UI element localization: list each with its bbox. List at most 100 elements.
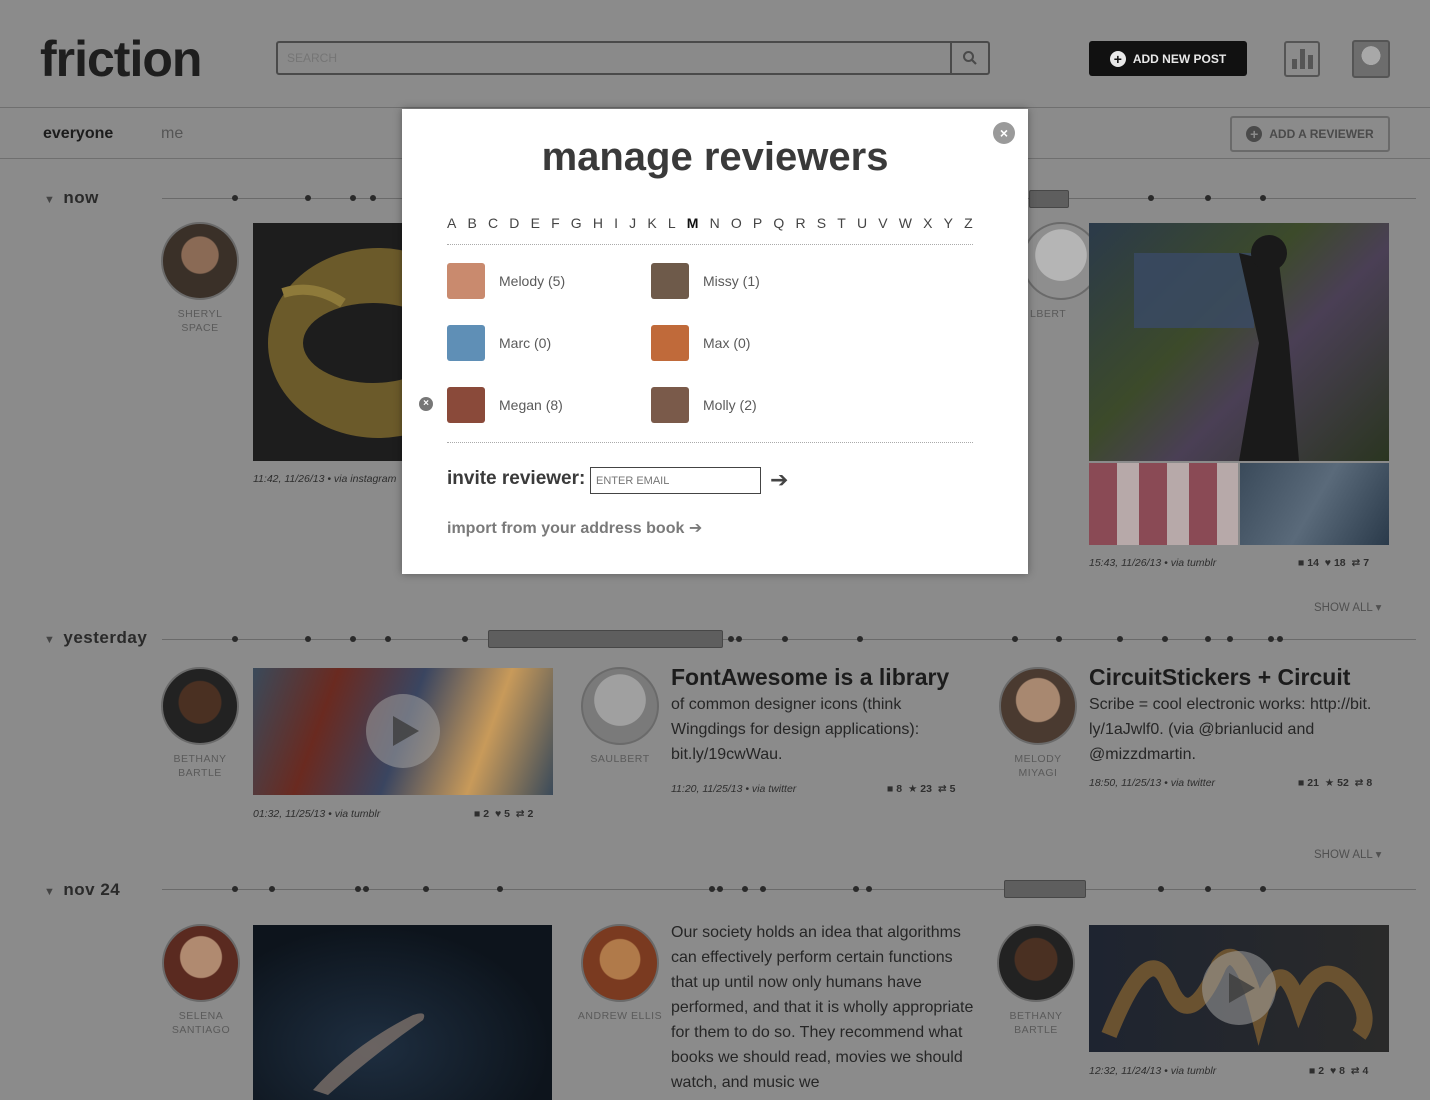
- alphabet-letter-m[interactable]: M: [687, 215, 699, 244]
- timeline-dot[interactable]: [866, 886, 872, 892]
- play-icon[interactable]: [366, 694, 440, 768]
- star-icon[interactable]: ★: [1325, 777, 1334, 789]
- avatar[interactable]: [581, 667, 659, 745]
- heart-icon[interactable]: ♥: [495, 808, 501, 820]
- timeline-dot[interactable]: [497, 886, 503, 892]
- reviewer-item[interactable]: Melody (5): [447, 263, 565, 299]
- alphabet-letter-q[interactable]: Q: [773, 215, 784, 244]
- tab-everyone[interactable]: everyone: [43, 125, 113, 143]
- timeline-dot[interactable]: [423, 886, 429, 892]
- post-video[interactable]: [1089, 925, 1389, 1052]
- add-reviewer-button[interactable]: + ADD A REVIEWER: [1230, 116, 1390, 152]
- timeline-dot[interactable]: [709, 886, 715, 892]
- timeline-dot[interactable]: [1158, 886, 1164, 892]
- post-image[interactable]: [1089, 223, 1389, 461]
- show-all-link[interactable]: SHOW ALL ▾: [1314, 600, 1381, 614]
- post-thumbnail[interactable]: [1240, 463, 1389, 545]
- repost-icon[interactable]: ⇄: [1351, 1065, 1360, 1077]
- section-toggle-nov24[interactable]: ▼ nov 24: [44, 880, 120, 900]
- alphabet-letter-b[interactable]: B: [468, 215, 477, 244]
- timeline-selection[interactable]: [1004, 880, 1086, 898]
- alphabet-letter-s[interactable]: S: [817, 215, 826, 244]
- timeline-dot[interactable]: [1260, 195, 1266, 201]
- comment-icon[interactable]: ■: [474, 808, 480, 820]
- alphabet-letter-u[interactable]: U: [857, 215, 867, 244]
- author-name[interactable]: ANDREW ELLIS: [570, 1009, 670, 1023]
- author-name[interactable]: SELENA SANTIAGO: [151, 1009, 251, 1037]
- author-name[interactable]: BETHANY BARTLE: [150, 752, 250, 780]
- timeline-dot[interactable]: [1205, 886, 1211, 892]
- repost-icon[interactable]: ⇄: [516, 808, 525, 820]
- alphabet-letter-y[interactable]: Y: [944, 215, 953, 244]
- alphabet-letter-l[interactable]: L: [668, 215, 676, 244]
- alphabet-letter-c[interactable]: C: [488, 215, 498, 244]
- alphabet-letter-i[interactable]: I: [614, 215, 618, 244]
- timeline-dot[interactable]: [1277, 636, 1283, 642]
- invite-email-input[interactable]: [590, 467, 761, 494]
- timeline-dot[interactable]: [355, 886, 361, 892]
- comment-icon[interactable]: ■: [887, 783, 893, 795]
- alphabet-letter-f[interactable]: F: [551, 215, 560, 244]
- timeline-dot[interactable]: [1227, 636, 1233, 642]
- timeline-dot[interactable]: [370, 195, 376, 201]
- repost-icon[interactable]: ⇄: [1355, 777, 1364, 789]
- timeline-dot[interactable]: [350, 195, 356, 201]
- alphabet-letter-v[interactable]: V: [878, 215, 887, 244]
- repost-icon[interactable]: ⇄: [938, 783, 947, 795]
- comment-icon[interactable]: ■: [1309, 1065, 1315, 1077]
- alphabet-letter-t[interactable]: T: [837, 215, 846, 244]
- timeline-yesterday[interactable]: [162, 636, 1416, 642]
- play-icon[interactable]: [1202, 951, 1276, 1025]
- alphabet-letter-k[interactable]: K: [647, 215, 656, 244]
- author-name[interactable]: SHERYL SPACE: [150, 307, 250, 335]
- avatar[interactable]: [999, 667, 1077, 745]
- author-name[interactable]: SAULBERT: [570, 752, 670, 766]
- avatar[interactable]: [161, 222, 239, 300]
- timeline-dot[interactable]: [742, 886, 748, 892]
- show-all-link[interactable]: SHOW ALL ▾: [1314, 847, 1381, 861]
- alphabet-letter-p[interactable]: P: [753, 215, 762, 244]
- timeline-dot[interactable]: [1117, 636, 1123, 642]
- author-name[interactable]: BETHANY BARTLE: [986, 1009, 1086, 1037]
- search-button[interactable]: [950, 43, 988, 73]
- heart-icon[interactable]: ♥: [1330, 1065, 1336, 1077]
- post-video[interactable]: [253, 668, 553, 795]
- avatar[interactable]: [161, 667, 239, 745]
- search-input[interactable]: [278, 43, 952, 73]
- tab-me[interactable]: me: [161, 125, 183, 143]
- timeline-dot[interactable]: [350, 636, 356, 642]
- timeline-dot[interactable]: [1148, 195, 1154, 201]
- timeline-dot[interactable]: [232, 886, 238, 892]
- timeline-nov24[interactable]: [162, 886, 1416, 892]
- comment-icon[interactable]: ■: [1298, 777, 1304, 789]
- heart-icon[interactable]: ♥: [1325, 557, 1331, 569]
- timeline-dot[interactable]: [1260, 886, 1266, 892]
- timeline-dot[interactable]: [1162, 636, 1168, 642]
- alphabet-letter-r[interactable]: R: [795, 215, 805, 244]
- timeline-dot[interactable]: [782, 636, 788, 642]
- alphabet-letter-n[interactable]: N: [710, 215, 720, 244]
- alphabet-letter-g[interactable]: G: [571, 215, 582, 244]
- alphabet-letter-e[interactable]: E: [531, 215, 540, 244]
- alphabet-letter-j[interactable]: J: [629, 215, 636, 244]
- timeline-dot[interactable]: [1268, 636, 1274, 642]
- timeline-dot[interactable]: [728, 636, 734, 642]
- avatar[interactable]: [162, 924, 240, 1002]
- post-image[interactable]: [253, 223, 403, 461]
- timeline-dot[interactable]: [232, 636, 238, 642]
- timeline-dot[interactable]: [305, 195, 311, 201]
- comment-icon[interactable]: ■: [1298, 557, 1304, 569]
- post-title[interactable]: FontAwesome is a library: [671, 664, 949, 691]
- timeline-dot[interactable]: [736, 636, 742, 642]
- reviewer-item[interactable]: Molly (2): [651, 387, 757, 423]
- timeline-dot[interactable]: [385, 636, 391, 642]
- timeline-dot[interactable]: [363, 886, 369, 892]
- timeline-dot[interactable]: [305, 636, 311, 642]
- arrow-right-icon[interactable]: ➔: [770, 467, 788, 493]
- section-toggle-yesterday[interactable]: ▼ yesterday: [44, 628, 147, 648]
- reviewer-item[interactable]: Missy (1): [651, 263, 760, 299]
- alphabet-letter-h[interactable]: H: [593, 215, 603, 244]
- timeline-dot[interactable]: [857, 636, 863, 642]
- timeline-dot[interactable]: [1205, 636, 1211, 642]
- reviewer-item[interactable]: Megan (8): [447, 387, 563, 423]
